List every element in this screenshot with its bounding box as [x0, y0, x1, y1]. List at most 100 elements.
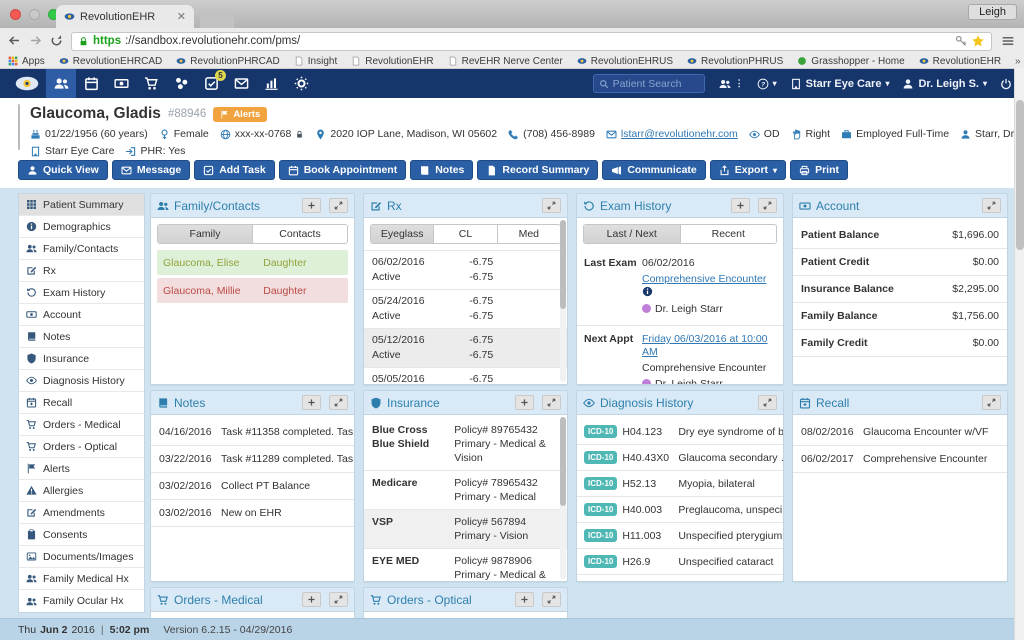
last-encounter-link[interactable]: Comprehensive Encounter	[642, 273, 766, 285]
key-icon[interactable]	[955, 35, 967, 47]
diagnosis-row[interactable]: ICD-10H04.123Dry eye syndrome of b…	[577, 419, 783, 445]
nav-orders[interactable]	[136, 69, 166, 98]
tab-med[interactable]: Med	[497, 225, 560, 243]
export-button[interactable]: Export▾	[710, 160, 786, 180]
message-button[interactable]: Message	[112, 160, 190, 180]
add-button[interactable]	[515, 592, 534, 607]
sidebar-item-recall[interactable]: Recall	[19, 392, 144, 414]
nav-accounting[interactable]	[106, 69, 136, 98]
tab-last-next[interactable]: Last / Next	[584, 225, 680, 243]
rx-row[interactable]: 05/12/2016Active-6.75-6.75	[364, 328, 567, 367]
add-task-button[interactable]: Add Task	[194, 160, 274, 180]
recall-row[interactable]: 08/02/2016Glaucoma Encounter w/VF	[793, 419, 1007, 446]
print-button[interactable]: Print	[790, 160, 848, 180]
family-row[interactable]: Glaucoma, MillieDaughter	[157, 278, 348, 303]
logout-button[interactable]	[1000, 78, 1012, 90]
expand-button[interactable]	[542, 592, 561, 607]
alerts-badge[interactable]: Alerts	[213, 107, 267, 122]
insurance-row[interactable]: EYE MEDPolicy# 9878906Primary - Medical …	[364, 548, 567, 581]
expand-button[interactable]	[982, 198, 1001, 213]
scrollbar-thumb[interactable]	[1016, 100, 1024, 250]
expand-button[interactable]	[329, 592, 348, 607]
nav-admin[interactable]	[286, 69, 316, 98]
sidebar-item-alerts[interactable]: Alerts	[19, 458, 144, 480]
expand-button[interactable]	[542, 198, 561, 213]
recent-patients-menu[interactable]: ⋮	[719, 78, 744, 90]
scrollbar[interactable]	[560, 417, 566, 579]
practice-menu[interactable]: Starr Eye Care▾	[790, 78, 890, 90]
revolutionehr-logo[interactable]	[8, 76, 46, 91]
sidebar-item-patient-summary[interactable]: Patient Summary	[19, 194, 144, 216]
next-appt-link[interactable]: Friday 06/03/2016 at 10:00 AM	[642, 333, 768, 358]
close-window-button[interactable]	[10, 9, 21, 20]
tab-cl[interactable]: CL	[433, 225, 496, 243]
refresh-button[interactable]	[50, 34, 63, 49]
expand-button[interactable]	[982, 395, 1001, 410]
sidebar-item-exam-history[interactable]: Exam History	[19, 282, 144, 304]
expand-button[interactable]	[329, 395, 348, 410]
bookmark-item[interactable]: RevolutionPHRCAD	[176, 56, 279, 67]
tab-close-icon[interactable]: ✕	[177, 10, 186, 23]
user-menu[interactable]: Dr. Leigh S.▾	[902, 78, 987, 90]
note-row[interactable]: 03/22/2016Task #11289 completed. Tas…	[151, 446, 354, 473]
address-bar[interactable]: https://sandbox.revolutionehr.com/pms/	[71, 32, 992, 51]
note-row[interactable]: 04/16/2016Task #11358 completed. Tas…	[151, 419, 354, 446]
bookmark-item[interactable]: RevEHR Nerve Center	[448, 56, 563, 67]
patient-search-input[interactable]	[613, 78, 693, 90]
book-appointment-button[interactable]: Book Appointment	[279, 160, 407, 180]
browser-tab[interactable]: RevolutionEHR ✕	[56, 5, 194, 28]
bookmark-item[interactable]: RevolutionEHRCAD	[59, 56, 162, 67]
sidebar-item-family-medical-hx[interactable]: Family Medical Hx	[19, 568, 144, 590]
add-button[interactable]	[302, 395, 321, 410]
insurance-row[interactable]: MedicarePolicy# 78965432Primary - Medica…	[364, 470, 567, 509]
new-tab-button[interactable]	[200, 9, 234, 28]
add-button[interactable]	[302, 592, 321, 607]
sidebar-item-diagnosis-history[interactable]: Diagnosis History	[19, 370, 144, 392]
nav-reports[interactable]	[256, 69, 286, 98]
rx-row[interactable]: 06/02/2016Active-6.75-6.75	[364, 250, 567, 289]
insurance-row[interactable]: Blue Cross Blue ShieldPolicy# 89765432Pr…	[364, 418, 567, 470]
bookmarks-overflow-chevron[interactable]: »	[1015, 56, 1021, 67]
rx-row[interactable]: 05/24/2016Active-6.75-6.75	[364, 289, 567, 328]
record-summary-button[interactable]: Record Summary	[477, 160, 598, 180]
note-row[interactable]: 03/02/2016Collect PT Balance	[151, 473, 354, 500]
forward-button[interactable]	[29, 34, 42, 49]
nav-inventory[interactable]	[166, 69, 196, 98]
note-row[interactable]: 03/02/2016New on EHR	[151, 500, 354, 527]
minimize-window-button[interactable]	[29, 9, 40, 20]
bookmark-item[interactable]: RevolutionEHR	[351, 56, 433, 67]
expand-button[interactable]	[542, 395, 561, 410]
family-row[interactable]: Glaucoma, EliseDaughter	[157, 250, 348, 275]
diagnosis-row[interactable]: ICD-10H26.9Unspecified cataract	[577, 549, 783, 575]
patient-search[interactable]	[593, 74, 705, 93]
sidebar-item-consents[interactable]: Consents	[19, 524, 144, 546]
bookmark-item[interactable]: Grasshopper - Home	[797, 56, 904, 67]
tab-eyeglass[interactable]: Eyeglass	[371, 225, 433, 243]
info-circle-icon[interactable]	[642, 286, 653, 297]
add-button[interactable]	[302, 198, 321, 213]
bookmark-item[interactable]: RevolutionEHRUS	[577, 56, 673, 67]
patient-photo[interactable]	[18, 104, 20, 150]
sidebar-item-allergies[interactable]: Allergies	[19, 480, 144, 502]
sidebar-item-family-contacts[interactable]: Family/Contacts	[19, 238, 144, 260]
scrollbar[interactable]	[560, 220, 566, 382]
sidebar-item-documents-images[interactable]: Documents/Images	[19, 546, 144, 568]
expand-button[interactable]	[329, 198, 348, 213]
sidebar-item-demographics[interactable]: Demographics	[19, 216, 144, 238]
notes-button[interactable]: Notes	[410, 160, 473, 180]
nav-tasks[interactable]: 5	[196, 69, 226, 98]
tab-recent[interactable]: Recent	[680, 225, 777, 243]
browser-menu-icon[interactable]	[1000, 34, 1016, 48]
help-menu[interactable]: ?▾	[757, 78, 777, 90]
diagnosis-row[interactable]: ICD-10H40.43X0Glaucoma secondary …	[577, 445, 783, 471]
expand-button[interactable]	[758, 198, 777, 213]
sidebar-item-rx[interactable]: Rx	[19, 260, 144, 282]
nav-schedule[interactable]	[76, 69, 106, 98]
recall-row[interactable]: 06/02/2017Comprehensive Encounter	[793, 446, 1007, 473]
sidebar-item-orders-medical[interactable]: Orders - Medical	[19, 414, 144, 436]
bookmark-item[interactable]: Insight	[294, 56, 337, 67]
diagnosis-row[interactable]: ICD-10H52.13Myopia, bilateral	[577, 471, 783, 497]
sidebar-item-orders-optical[interactable]: Orders - Optical	[19, 436, 144, 458]
quick-view-button[interactable]: Quick View	[18, 160, 108, 180]
sidebar-item-family-ocular-hx[interactable]: Family Ocular Hx	[19, 590, 144, 612]
